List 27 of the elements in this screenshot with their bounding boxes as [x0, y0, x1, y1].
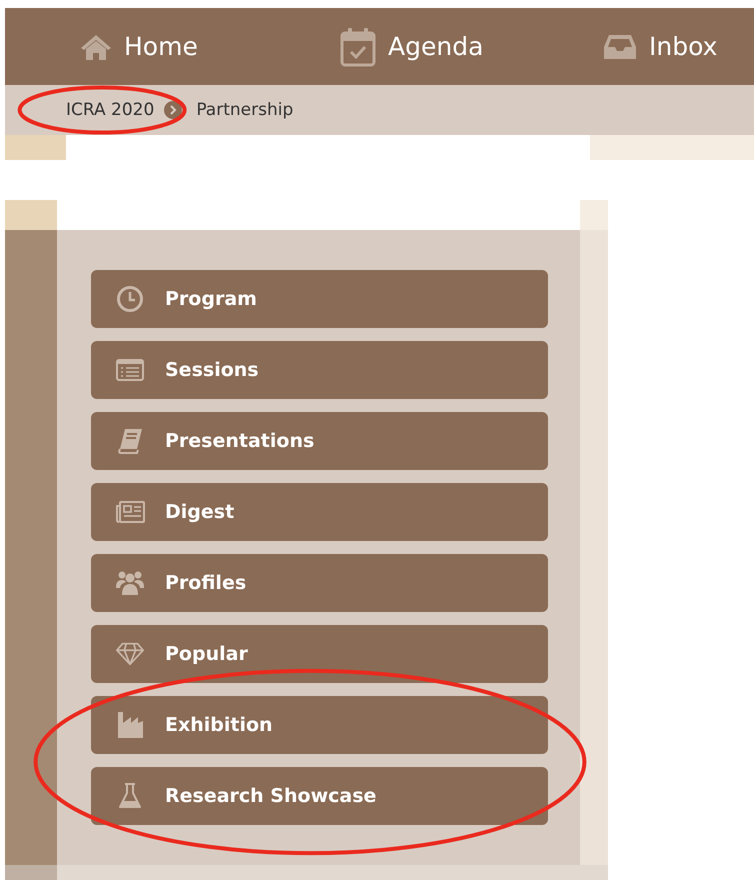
menu-button[interactable]: Popular	[91, 625, 548, 683]
flask-icon	[118, 782, 142, 810]
home-icon	[80, 32, 112, 60]
inbox-icon	[603, 32, 637, 60]
panel-corner	[5, 200, 57, 230]
menu-button[interactable]: Exhibition	[91, 696, 548, 754]
newspaper-icon	[115, 500, 145, 524]
menu-button[interactable]: Program	[91, 270, 548, 328]
list-icon	[116, 358, 144, 382]
book-icon	[116, 427, 144, 455]
calendar-icon	[340, 26, 376, 66]
panel-corner	[580, 200, 608, 230]
menu-button[interactable]: Presentations	[91, 412, 548, 470]
nav-link[interactable]: Agenda	[340, 26, 603, 66]
nav-link[interactable]: Home	[80, 32, 340, 61]
side-strip	[5, 135, 66, 160]
menu-button[interactable]: Research Showcase	[91, 767, 548, 825]
clock-icon	[116, 285, 144, 313]
menu-button[interactable]: Sessions	[91, 341, 548, 399]
menu-button[interactable]: Profiles	[91, 554, 548, 612]
factory-icon	[116, 711, 144, 739]
people-icon	[115, 569, 145, 597]
chevron-icon	[164, 101, 182, 119]
menu-button[interactable]: Digest	[91, 483, 548, 541]
nav-link[interactable]: Inbox	[603, 32, 754, 61]
diamond-icon	[115, 641, 145, 667]
breadcrumb-link[interactable]: Partnership	[196, 100, 294, 120]
